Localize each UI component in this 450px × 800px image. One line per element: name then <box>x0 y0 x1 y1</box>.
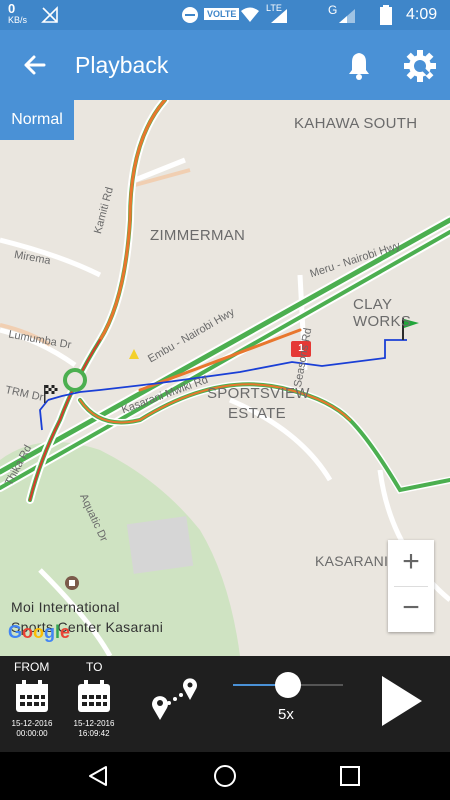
poi-icon[interactable] <box>64 575 80 591</box>
to-datetime: 15-12-2016 16:09:42 <box>68 719 120 739</box>
minus-circle-icon <box>182 7 198 23</box>
from-datetime: 15-12-2016 00:00:00 <box>6 719 58 739</box>
play-icon[interactable] <box>378 674 424 728</box>
signal-icon <box>271 9 287 23</box>
home-circle-icon[interactable] <box>213 764 237 788</box>
clock: 4:09 <box>406 6 438 23</box>
recents-square-icon[interactable] <box>339 765 361 787</box>
page-title: Playback <box>75 52 169 78</box>
back-triangle-icon[interactable] <box>86 764 110 788</box>
from-time: 00:00:00 <box>16 729 48 738</box>
poi-label: Moi International <box>11 599 120 615</box>
volte-badge: VOLTE <box>204 8 240 20</box>
zoom-controls: + − <box>388 540 434 632</box>
zoom-out-button[interactable]: − <box>388 586 434 632</box>
zoom-divider <box>394 586 428 587</box>
area-label: SPORTSVIEW <box>207 385 310 402</box>
area-label: KASARANI <box>315 553 389 569</box>
network-type: G <box>328 3 338 17</box>
map-mode-button[interactable]: Normal <box>0 100 74 140</box>
data-rate: 0 KB/s <box>8 2 27 25</box>
calendar-icon[interactable] <box>76 678 112 714</box>
battery-icon <box>380 5 392 25</box>
wifi-icon <box>241 7 259 22</box>
gear-icon[interactable] <box>402 48 438 84</box>
route-path-icon[interactable] <box>150 674 200 720</box>
signal-icon-2 <box>339 9 355 23</box>
area-label: CLAY WORKS <box>353 296 412 330</box>
app-bar: Playback <box>0 30 450 100</box>
speed-slider[interactable] <box>233 672 343 698</box>
speed-label: 5x <box>278 706 294 723</box>
arrow-left-icon[interactable] <box>18 48 52 82</box>
data-rate-value: 0 <box>8 1 16 16</box>
bell-icon[interactable] <box>342 48 376 82</box>
area-label: KAHAWA SOUTH <box>294 115 418 132</box>
start-flag-icon[interactable] <box>44 385 58 403</box>
speed-slider-knob[interactable] <box>275 672 301 698</box>
from-date: 15-12-2016 <box>11 719 53 728</box>
map-canvas <box>0 100 450 656</box>
no-signal-icon <box>41 6 58 23</box>
from-label: FROM <box>14 660 50 674</box>
to-label: TO <box>86 660 103 674</box>
area-label: ZIMMERMAN <box>150 227 246 244</box>
zoom-in-button[interactable]: + <box>388 540 434 586</box>
playback-controls: FROM TO 15-12-2016 00:00:00 15-12-2016 1… <box>0 656 450 752</box>
area-label: ESTATE <box>228 405 286 422</box>
calendar-icon[interactable] <box>14 678 50 714</box>
status-bar: 0 KB/s VOLTE LTE G 4:09 <box>0 0 450 30</box>
data-rate-unit: KB/s <box>8 15 28 25</box>
system-nav-bar <box>0 752 450 800</box>
caution-icon <box>129 349 139 359</box>
to-date: 15-12-2016 <box>73 719 115 728</box>
map-view[interactable]: 1 KAHAWA SOUTH ZIMMERMAN CLAY WORKS SPOR… <box>0 100 450 656</box>
google-logo: Google <box>8 622 71 642</box>
to-time: 16:09:42 <box>78 729 110 738</box>
